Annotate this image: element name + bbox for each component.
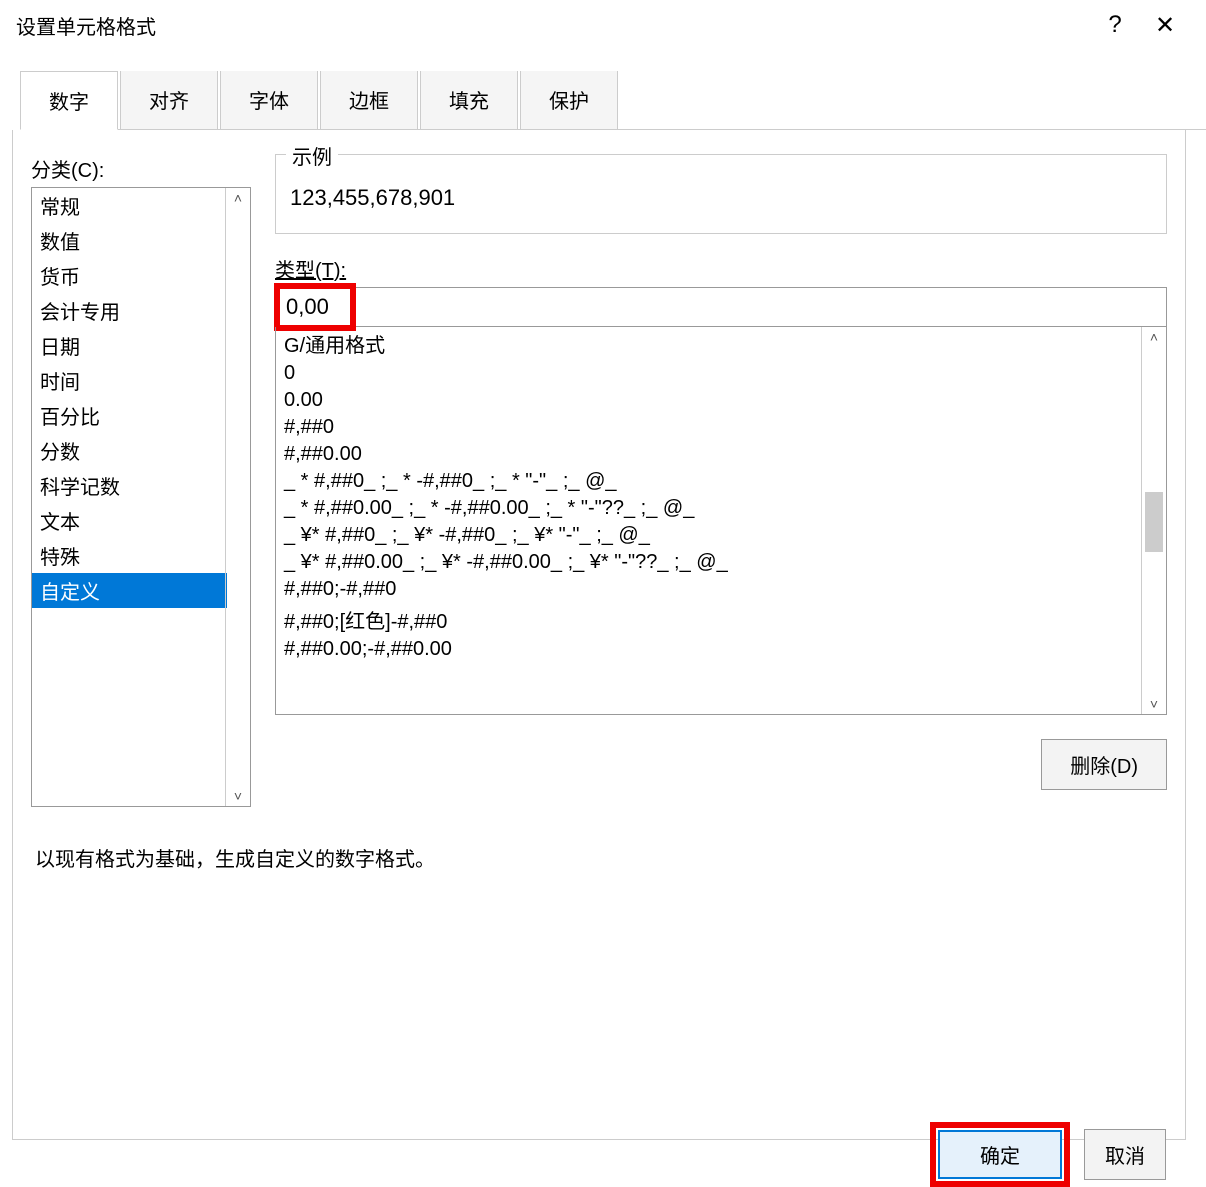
category-item[interactable]: 文本	[32, 503, 227, 538]
format-item[interactable]: 0	[276, 360, 1141, 387]
sample-group: 示例 123,455,678,901	[275, 154, 1167, 234]
format-item[interactable]: #,##0.00	[276, 441, 1141, 468]
scroll-down-icon[interactable]: ˅	[1150, 696, 1158, 712]
format-scrollbar[interactable]: ˄ ˅	[1141, 327, 1166, 714]
tab-number[interactable]: 数字	[20, 71, 118, 130]
format-item[interactable]: #,##0.00;-#,##0.00	[276, 636, 1141, 663]
tabs: 数字 对齐 字体 边框 填充 保护	[20, 70, 1206, 130]
category-listbox[interactable]: 常规数值货币会计专用日期时间百分比分数科学记数文本特殊自定义 ˄ ˅	[31, 187, 251, 807]
ok-button[interactable]: 确定	[938, 1130, 1062, 1179]
category-item[interactable]: 分数	[32, 433, 227, 468]
tab-fill[interactable]: 填充	[420, 71, 518, 130]
cancel-button[interactable]: 取消	[1084, 1129, 1166, 1180]
category-item[interactable]: 日期	[32, 328, 227, 363]
format-item[interactable]: _ * #,##0.00_ ;_ * -#,##0.00_ ;_ * "-"??…	[276, 495, 1141, 522]
format-listbox[interactable]: G/通用格式00.00#,##0#,##0.00_ * #,##0_ ;_ * …	[275, 327, 1167, 715]
type-label: 类型(T):	[275, 254, 1167, 283]
sample-value: 123,455,678,901	[290, 185, 1146, 211]
category-item[interactable]: 会计专用	[32, 293, 227, 328]
format-item[interactable]: #,##0;-#,##0	[276, 576, 1141, 603]
category-item[interactable]: 时间	[32, 363, 227, 398]
format-item[interactable]: _ ¥* #,##0.00_ ;_ ¥* -#,##0.00_ ;_ ¥* "-…	[276, 549, 1141, 576]
category-item[interactable]: 货币	[32, 258, 227, 293]
tab-content: 分类(C): 常规数值货币会计专用日期时间百分比分数科学记数文本特殊自定义 ˄ …	[12, 130, 1186, 1140]
category-scrollbar[interactable]: ˄ ˅	[225, 188, 250, 806]
category-item[interactable]: 科学记数	[32, 468, 227, 503]
format-item[interactable]: _ * #,##0_ ;_ * -#,##0_ ;_ * "-"_ ;_ @_	[276, 468, 1141, 495]
scroll-down-icon[interactable]: ˅	[234, 788, 242, 804]
tab-align[interactable]: 对齐	[120, 71, 218, 130]
format-item[interactable]: G/通用格式	[276, 327, 1141, 360]
category-item[interactable]: 百分比	[32, 398, 227, 433]
tab-font[interactable]: 字体	[220, 71, 318, 130]
category-label: 分类(C):	[31, 154, 251, 183]
category-item[interactable]: 特殊	[32, 538, 227, 573]
footer: 确定 取消	[930, 1122, 1166, 1187]
category-item[interactable]: 自定义	[32, 573, 227, 608]
ok-highlight: 确定	[930, 1122, 1070, 1187]
titlebar: 设置单元格格式 ? ✕	[0, 0, 1206, 50]
delete-button[interactable]: 删除(D)	[1041, 739, 1167, 790]
format-item[interactable]: #,##0;[红色]-#,##0	[276, 603, 1141, 636]
format-item[interactable]: _ ¥* #,##0_ ;_ ¥* -#,##0_ ;_ ¥* "-"_ ;_ …	[276, 522, 1141, 549]
format-item[interactable]: #,##0	[276, 414, 1141, 441]
category-item[interactable]: 常规	[32, 188, 227, 223]
category-item[interactable]: 数值	[32, 223, 227, 258]
sample-legend: 示例	[286, 141, 338, 170]
type-input[interactable]	[275, 287, 1167, 327]
scroll-up-icon[interactable]: ˄	[1150, 329, 1158, 345]
format-item[interactable]: 0.00	[276, 387, 1141, 414]
scroll-thumb[interactable]	[1145, 492, 1163, 552]
help-button[interactable]: ?	[1090, 5, 1140, 45]
tab-protect[interactable]: 保护	[520, 71, 618, 130]
window-title: 设置单元格格式	[16, 11, 1090, 40]
scroll-up-icon[interactable]: ˄	[234, 190, 242, 206]
close-button[interactable]: ✕	[1140, 5, 1190, 45]
tab-border[interactable]: 边框	[320, 71, 418, 130]
description-text: 以现有格式为基础，生成自定义的数字格式。	[35, 843, 1163, 872]
